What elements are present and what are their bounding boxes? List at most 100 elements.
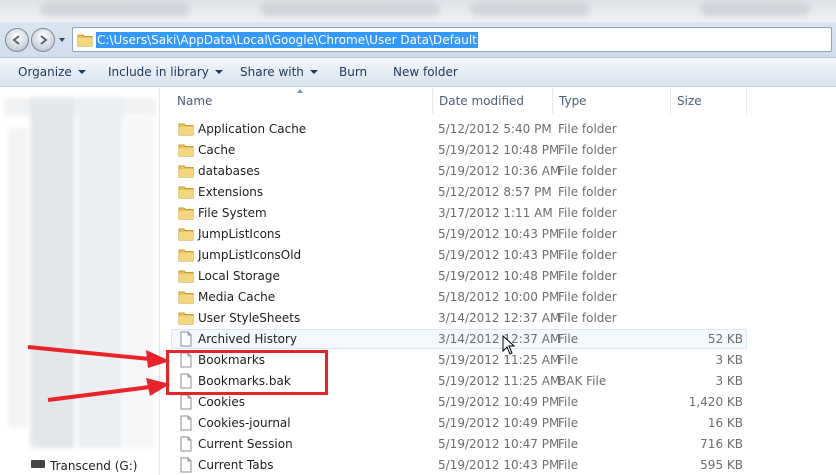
file-type: File: [558, 395, 579, 409]
address-row: C:\Users\Saki\AppData\Local\Google\Chrom…: [0, 22, 836, 58]
file-type: File folder: [558, 290, 617, 304]
file-row[interactable]: Current Tabs 5/19/2012 10:43 PM File 595 KB: [161, 455, 836, 475]
file-row[interactable]: Application Cache 5/12/2012 5:40 PM File f…: [161, 119, 836, 140]
file-icon: [180, 457, 192, 473]
burn-label: Burn: [339, 65, 368, 79]
file-type: File folder: [558, 248, 617, 262]
file-date-modified: 5/19/2012 10:48 PM: [438, 269, 560, 283]
include-in-library-label: Include in library: [108, 65, 209, 79]
chevron-down-icon: [309, 70, 318, 74]
share-with-menu[interactable]: Share with: [222, 65, 321, 79]
file-type: File: [558, 416, 579, 430]
file-type: File folder: [558, 185, 617, 199]
file-size: 3 KB: [715, 374, 743, 388]
new-folder-label: New folder: [393, 65, 458, 79]
file-size: [671, 164, 743, 179]
arrow-left-icon: [12, 35, 20, 45]
file-name: JumpListIconsOld: [198, 248, 302, 262]
file-date-modified: 5/18/2012 10:00 PM: [438, 290, 560, 304]
file-type: File folder: [558, 206, 617, 220]
file-size: [671, 185, 743, 200]
folder-icon: [178, 228, 194, 241]
file-date-modified: 3/14/2012 12:37 AM: [438, 311, 561, 325]
file-size: [671, 290, 743, 305]
file-row[interactable]: Cookies 5/19/2012 10:49 PM File 1,420 KB: [161, 392, 836, 413]
file-type: File: [558, 353, 579, 367]
folder-icon: [178, 186, 194, 199]
file-size: 595 KB: [700, 458, 743, 472]
file-date-modified: 5/19/2012 10:36 AM: [438, 164, 561, 178]
file-name: User StyleSheets: [198, 311, 301, 325]
file-row[interactable]: Cache 5/19/2012 10:48 PM File folder: [161, 140, 836, 161]
organize-menu[interactable]: Organize: [0, 65, 90, 79]
file-icon: [180, 331, 192, 347]
file-rows: Application Cache 5/12/2012 5:40 PM File f…: [161, 119, 836, 475]
file-row[interactable]: Archived History 3/14/2012 12:37 AM File 52…: [161, 329, 836, 350]
file-icon: [180, 436, 192, 452]
file-size: [671, 227, 743, 242]
file-type: File folder: [558, 143, 617, 157]
file-name: Application Cache: [198, 122, 307, 136]
address-bar[interactable]: C:\Users\Saki\AppData\Local\Google\Chrom…: [72, 27, 832, 52]
folder-icon: [178, 270, 194, 283]
column-header-type[interactable]: Type: [553, 88, 671, 114]
file-type: BAK File: [558, 374, 607, 388]
address-path[interactable]: C:\Users\Saki\AppData\Local\Google\Chrom…: [96, 32, 478, 48]
file-row[interactable]: Extensions 5/12/2012 8:57 PM File folder: [161, 182, 836, 203]
file-row[interactable]: File System 3/17/2012 1:11 AM File folder: [161, 203, 836, 224]
file-date-modified: 5/19/2012 10:47 PM: [438, 437, 560, 451]
file-name: Archived History: [198, 332, 298, 346]
annotation-highlight-box: [166, 350, 328, 395]
arrow-right-icon: [40, 35, 48, 45]
file-name: Local Storage: [198, 269, 280, 283]
file-row[interactable]: Local Storage 5/19/2012 10:48 PM File fold…: [161, 266, 836, 287]
file-size: 3 KB: [715, 353, 743, 367]
file-icon: [180, 394, 192, 410]
column-header-row: Name Date modified Type Size: [161, 88, 836, 114]
file-name: Current Session: [198, 437, 293, 451]
file-size: [671, 248, 743, 263]
file-size: 1,420 KB: [688, 395, 743, 409]
file-row[interactable]: JumpListIconsOld 5/19/2012 10:43 PM File f…: [161, 245, 836, 266]
file-size: [671, 206, 743, 221]
file-row[interactable]: Current Session 5/19/2012 10:47 PM File 716…: [161, 434, 836, 455]
file-row[interactable]: User StyleSheets 3/14/2012 12:37 AM File f…: [161, 308, 836, 329]
file-name: Cookies: [198, 395, 245, 409]
file-list[interactable]: Name Date modified Type Size Application…: [161, 88, 836, 475]
folder-icon: [178, 249, 194, 262]
file-date-modified: 5/19/2012 10:43 PM: [438, 227, 560, 241]
file-date-modified: 3/14/2012 12:37 AM: [438, 332, 561, 346]
file-date-modified: 5/19/2012 10:43 PM: [438, 458, 560, 472]
folder-icon: [178, 291, 194, 304]
include-in-library-menu[interactable]: Include in library: [90, 65, 223, 79]
share-with-label: Share with: [240, 65, 304, 79]
file-name: File System: [198, 206, 267, 220]
file-name: databases: [198, 164, 260, 178]
column-header-size[interactable]: Size: [671, 88, 747, 114]
folder-icon: [178, 144, 194, 157]
file-row[interactable]: databases 5/19/2012 10:36 AM File folder: [161, 161, 836, 182]
navigation-pane[interactable]: Transcend (G:): [0, 88, 160, 475]
file-type: File: [558, 437, 579, 451]
new-folder-button[interactable]: New folder: [375, 65, 458, 79]
file-row[interactable]: JumpListIcons 5/19/2012 10:43 PM File fold…: [161, 224, 836, 245]
file-row[interactable]: Media Cache 5/18/2012 10:00 PM File folder: [161, 287, 836, 308]
file-name: JumpListIcons: [198, 227, 281, 241]
file-name: Current Tabs: [198, 458, 274, 472]
recent-pages-dropdown-icon[interactable]: [58, 36, 66, 44]
folder-icon: [77, 34, 93, 47]
folder-icon: [178, 165, 194, 178]
annotation-arrow-icon: [27, 345, 170, 368]
file-size: 16 KB: [707, 416, 743, 430]
file-name: Extensions: [198, 185, 264, 199]
file-size: 52 KB: [707, 332, 743, 346]
file-date-modified: 5/19/2012 10:48 PM: [438, 143, 560, 157]
burn-button[interactable]: Burn: [321, 65, 375, 79]
back-button[interactable]: [5, 28, 29, 52]
column-header-date-modified[interactable]: Date modified: [433, 88, 553, 114]
file-row[interactable]: Cookies-journal 5/19/2012 10:49 PM File 16 …: [161, 413, 836, 434]
column-header-name[interactable]: Name: [171, 88, 433, 114]
forward-button[interactable]: [31, 28, 55, 52]
file-name: Cookies-journal: [198, 416, 291, 430]
nav-drive-label[interactable]: Transcend (G:): [50, 459, 137, 473]
